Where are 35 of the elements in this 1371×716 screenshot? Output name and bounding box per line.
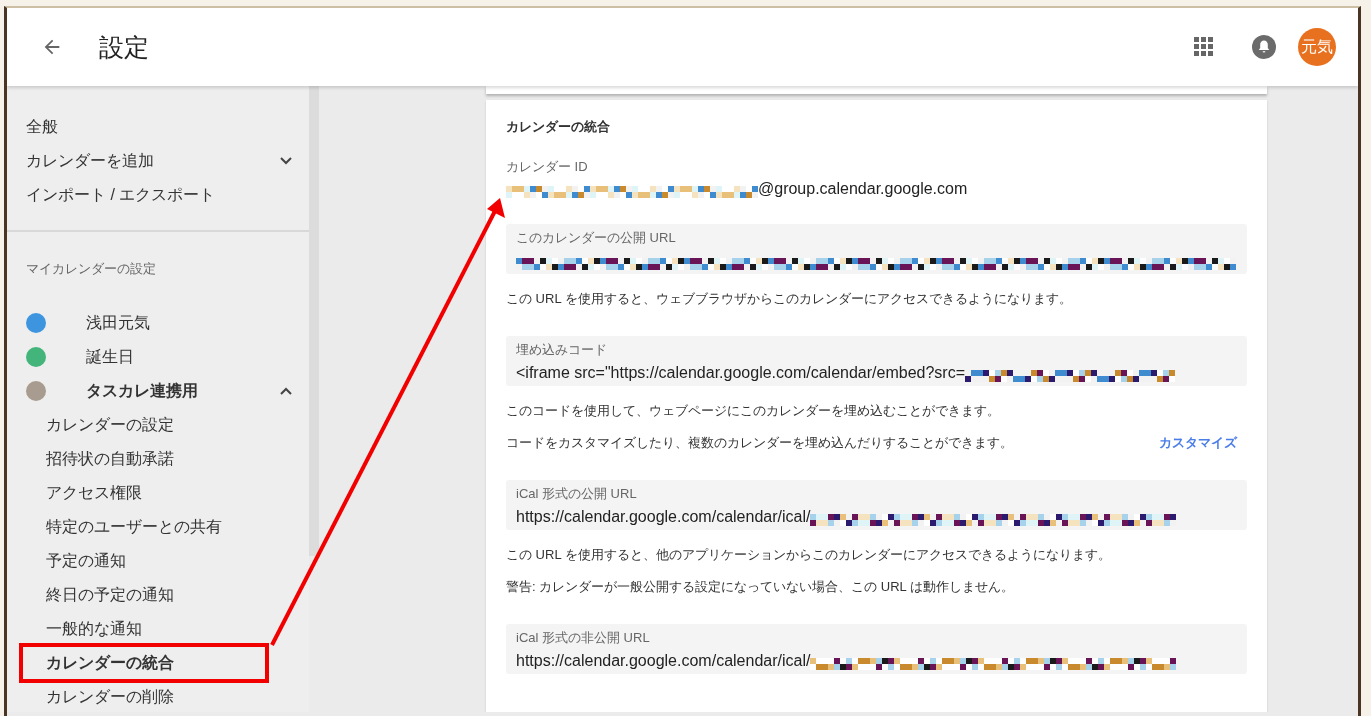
calendar-id: @group.calendar.google.com (758, 180, 968, 198)
sidebar-subitem[interactable]: 特定のユーザーとの共有 (7, 510, 309, 544)
calendar-item[interactable]: タスカレ連携用 (86, 380, 198, 402)
url-field[interactable]: このカレンダーの公開 URL (506, 224, 1247, 274)
description-text: この URL を使用すると、他のアプリケーションからこのカレンダーにアクセスできるようになります。 (506, 546, 1111, 564)
url-field[interactable]: iCal 形式の非公開 URL https://calendar.google.com/calendar/ical/ (506, 624, 1247, 674)
sidebar-subitem[interactable]: 一般的な通知 (7, 612, 309, 646)
description-text: このコードを使用して、ウェブページにこのカレンダーを埋め込むことができます。 (506, 402, 1000, 420)
sidebar-item[interactable]: インポート / エクスポート (26, 184, 216, 206)
calendar-item[interactable]: 誕生日 (86, 346, 134, 368)
apps-grid-icon[interactable] (1194, 37, 1214, 57)
card-title: カレンダーの統合 (506, 118, 611, 136)
page-title: 設定 (99, 31, 149, 63)
field-label: カレンダー ID (506, 158, 589, 176)
calendar-item[interactable]: 浅田元気 (86, 312, 150, 334)
sidebar-subitem[interactable]: 招待状の自動承諾 (7, 442, 309, 476)
chevron-down-icon[interactable] (279, 156, 293, 166)
description-text: コードをカスタマイズしたり、複数のカレンダーを埋め込んだりすることができます。 (506, 434, 1013, 452)
sidebar-subitem[interactable]: カレンダーの削除 (7, 680, 309, 714)
section-title: マイカレンダーの設定 (25, 260, 157, 278)
description-text: 警告: カレンダーが一般公開する設定になっていない場合、この URL は動作しません。 (506, 578, 1014, 596)
bell-icon[interactable] (1252, 35, 1276, 59)
sidebar-subitem[interactable]: カレンダーの設定 (7, 408, 309, 442)
sidebar-item[interactable]: カレンダーを追加 (26, 150, 154, 172)
url-field[interactable]: 埋め込みコード <iframe src="https://calendar.google.com/calendar/embed?src= (506, 336, 1247, 386)
sidebar-item[interactable]: 全般 (26, 116, 58, 138)
description-text: この URL を使用すると、ウェブブラウザからこのカレンダーにアクセスできるようになります。 (506, 290, 1072, 308)
customize-link[interactable]: カスタマイズ (1159, 434, 1237, 452)
chevron-up-icon[interactable] (279, 386, 293, 396)
sidebar-subitem[interactable]: 終日の予定の通知 (7, 578, 309, 612)
sidebar-subitem[interactable]: アクセス権限 (7, 476, 309, 510)
sidebar-subitem[interactable]: 予定の通知 (7, 544, 309, 578)
scrollbar[interactable] (309, 86, 319, 556)
url-field[interactable]: iCal 形式の公開 URL https://calendar.google.com/calendar/ical/ (506, 480, 1247, 530)
sidebar-subitem[interactable]: カレンダーの統合 (19, 643, 269, 683)
